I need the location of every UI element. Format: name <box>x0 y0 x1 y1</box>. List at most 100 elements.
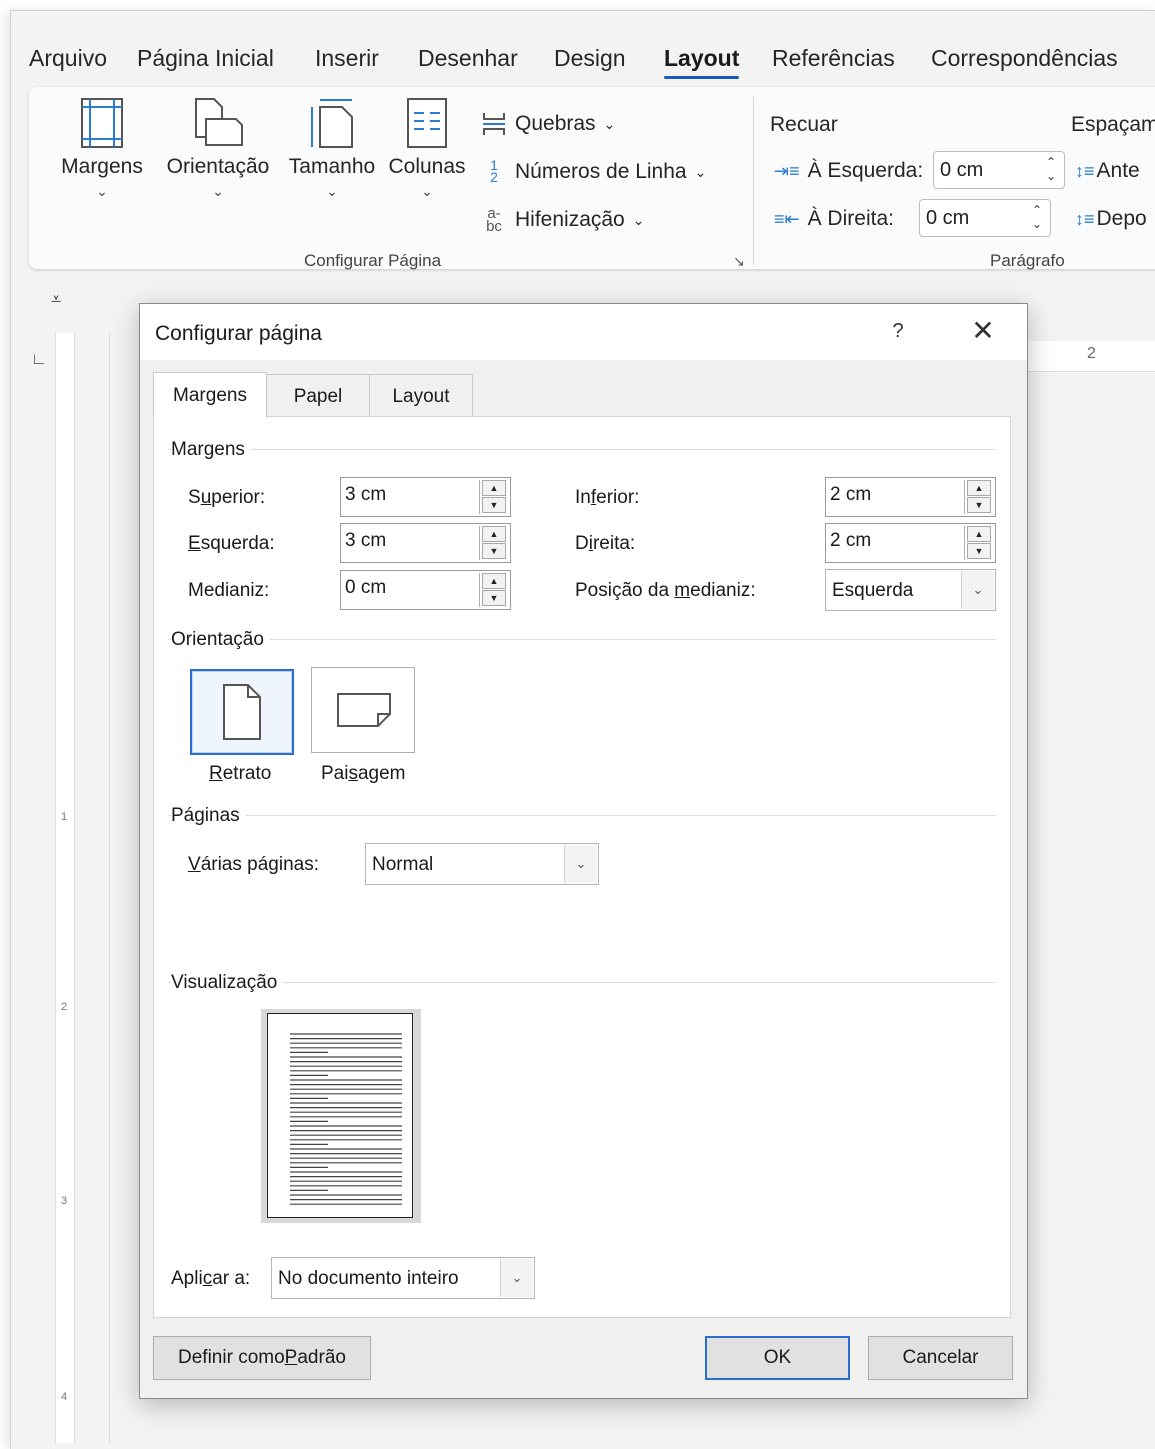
ribbon-separator <box>753 97 754 265</box>
gutter-position-select[interactable]: Esquerda ⌄ <box>825 569 996 611</box>
spacing-after-row[interactable]: ↕≡ Depo <box>1075 207 1147 231</box>
spin-down-icon[interactable]: ▼ <box>967 497 991 513</box>
size-icon <box>311 99 353 148</box>
chevron-down-icon[interactable]: ⌄ <box>500 1259 533 1297</box>
indent-left-input[interactable]: 0 cm ⌃ ⌄ <box>933 151 1065 189</box>
multiple-pages-select[interactable]: Normal ⌄ <box>365 843 599 885</box>
top-margin-label: Superior: <box>188 487 266 508</box>
gutter-spinner[interactable]: ▲ ▼ <box>479 573 508 607</box>
pages-section-title: Páginas <box>171 805 246 827</box>
indent-left-label-row: ⇥≡ À Esquerda: <box>774 159 923 183</box>
spin-up-icon[interactable]: ▲ <box>967 480 991 496</box>
tab-design[interactable]: Design <box>554 45 626 72</box>
right-margin-spinner[interactable]: ▲ ▼ <box>964 526 993 560</box>
right-margin-input[interactable]: 2 cm ▲ ▼ <box>825 523 996 563</box>
spin-up-icon[interactable]: ▲ <box>482 480 506 496</box>
vertical-ruler: ∟ 1 2 3 4 <box>29 333 110 1443</box>
columns-label: Colunas <box>388 155 466 178</box>
customize-toolbar-icon[interactable]: ⩡ <box>51 289 61 310</box>
spin-down-icon[interactable]: ▼ <box>482 543 506 559</box>
apply-to-select[interactable]: No documento inteiro ⌄ <box>271 1257 535 1299</box>
ok-button[interactable]: OK <box>705 1336 850 1380</box>
line-numbers-button[interactable]: 12 Números de Linha ⌄ <box>481 157 706 185</box>
section-divider <box>168 815 996 816</box>
left-margin-label: Esquerda: <box>188 533 275 554</box>
apply-to-value: No documento inteiro <box>278 1268 459 1289</box>
columns-button[interactable]: Colunas ⌄ <box>385 97 469 200</box>
page-setup-dialog: Configurar página ? ✕ Margens Papel Layo… <box>139 303 1028 1399</box>
bottom-margin-spinner[interactable]: ▲ ▼ <box>964 480 993 514</box>
margins-label: Margens <box>61 155 143 178</box>
tab-referencias[interactable]: Referências <box>772 45 895 72</box>
chevron-down-icon[interactable]: ⌄ <box>961 571 994 609</box>
breaks-label: Quebras <box>515 112 596 135</box>
spinner-icon[interactable]: ⌃ ⌄ <box>1032 203 1042 231</box>
indent-left-value: 0 cm <box>940 158 984 181</box>
spacing-after-label: Depo <box>1096 207 1147 230</box>
top-margin-spinner[interactable]: ▲ ▼ <box>479 480 508 514</box>
indent-left-icon: ⇥≡ <box>774 160 800 181</box>
spin-up-icon[interactable]: ▲ <box>967 526 991 542</box>
orientation-button[interactable]: Orientação ⌄ <box>163 97 273 200</box>
hyphenation-icon: a-bc <box>486 205 502 235</box>
hyphenation-button[interactable]: a-bc Hifenização ⌄ <box>481 205 644 235</box>
landscape-button[interactable] <box>311 667 415 753</box>
ruler-number: 3 <box>60 1195 68 1207</box>
bottom-margin-value: 2 cm <box>830 484 872 505</box>
top-margin-input[interactable]: 3 cm ▲ ▼ <box>340 477 511 517</box>
portrait-button[interactable] <box>190 669 294 755</box>
indent-right-input[interactable]: 0 cm ⌃ ⌄ <box>919 199 1051 237</box>
spacing-before-row[interactable]: ↕≡ Ante <box>1075 159 1140 183</box>
paragraph-group-label: Parágrafo <box>990 251 1065 270</box>
tab-layout-dialog[interactable]: Layout <box>369 374 473 418</box>
spin-up-icon[interactable]: ▲ <box>482 573 506 589</box>
bottom-margin-label: Inferior: <box>575 487 640 508</box>
margins-icon <box>81 98 123 148</box>
gutter-label: Medianiz: <box>188 580 270 601</box>
multiple-pages-value: Normal <box>372 854 434 875</box>
margins-button[interactable]: Margens ⌄ <box>57 97 147 200</box>
preview-section-title: Visualização <box>171 972 284 994</box>
page-setup-group-label: Configurar Página <box>304 251 442 270</box>
dialog-launcher-icon[interactable]: ↘ <box>733 253 745 270</box>
spin-up-icon[interactable]: ▲ <box>482 526 506 542</box>
spinner-icon[interactable]: ⌃ ⌄ <box>1046 155 1056 183</box>
ruler-number: 2 <box>60 1001 68 1013</box>
cancel-button[interactable]: Cancelar <box>868 1336 1013 1380</box>
gutter-position-value: Esquerda <box>832 580 914 601</box>
close-button[interactable]: ✕ <box>968 314 998 347</box>
help-button[interactable]: ? <box>888 320 908 343</box>
tab-correspondencias[interactable]: Correspondências <box>931 45 1118 72</box>
chevron-down-icon[interactable]: ⌄ <box>564 845 597 883</box>
ruler-number: 2 <box>1087 345 1096 362</box>
dialog-title: Configurar página <box>155 322 322 345</box>
gutter-input[interactable]: 0 cm ▲ ▼ <box>340 570 511 610</box>
line-numbers-icon: 12 <box>490 157 498 185</box>
tab-pagina-inicial[interactable]: Página Inicial <box>137 45 274 72</box>
breaks-button[interactable]: Quebras ⌄ <box>481 111 615 137</box>
chevron-down-icon: ⌄ <box>421 183 433 199</box>
margins-tab-panel: Margens Superior: 3 cm ▲ ▼ Esquerda: 3 c… <box>153 416 1011 1318</box>
tab-inserir[interactable]: Inserir <box>315 45 379 72</box>
tab-margens[interactable]: Margens <box>153 372 267 418</box>
section-divider <box>168 449 996 450</box>
bottom-margin-input[interactable]: 2 cm ▲ ▼ <box>825 477 996 517</box>
columns-icon <box>407 98 447 148</box>
tab-desenhar[interactable]: Desenhar <box>418 45 518 72</box>
landscape-label: Paisagem <box>321 763 406 784</box>
left-margin-input[interactable]: 3 cm ▲ ▼ <box>340 523 511 563</box>
tab-arquivo[interactable]: Arquivo <box>29 45 107 72</box>
tab-papel[interactable]: Papel <box>266 374 370 418</box>
orientation-section-title: Orientação <box>171 629 270 651</box>
tab-stop-icon[interactable]: ∟ <box>31 351 47 369</box>
spin-down-icon[interactable]: ▼ <box>482 590 506 606</box>
hyphenation-label: Hifenização <box>515 208 625 231</box>
tab-layout[interactable]: Layout <box>664 45 740 79</box>
spin-down-icon[interactable]: ▼ <box>967 543 991 559</box>
size-button[interactable]: Tamanho ⌄ <box>285 97 379 200</box>
set-as-default-button[interactable]: Definir como Padrão <box>153 1336 371 1380</box>
left-margin-spinner[interactable]: ▲ ▼ <box>479 526 508 560</box>
spacing-before-label: Ante <box>1096 159 1140 182</box>
right-margin-label: Direita: <box>575 533 636 554</box>
spin-down-icon[interactable]: ▼ <box>482 497 506 513</box>
